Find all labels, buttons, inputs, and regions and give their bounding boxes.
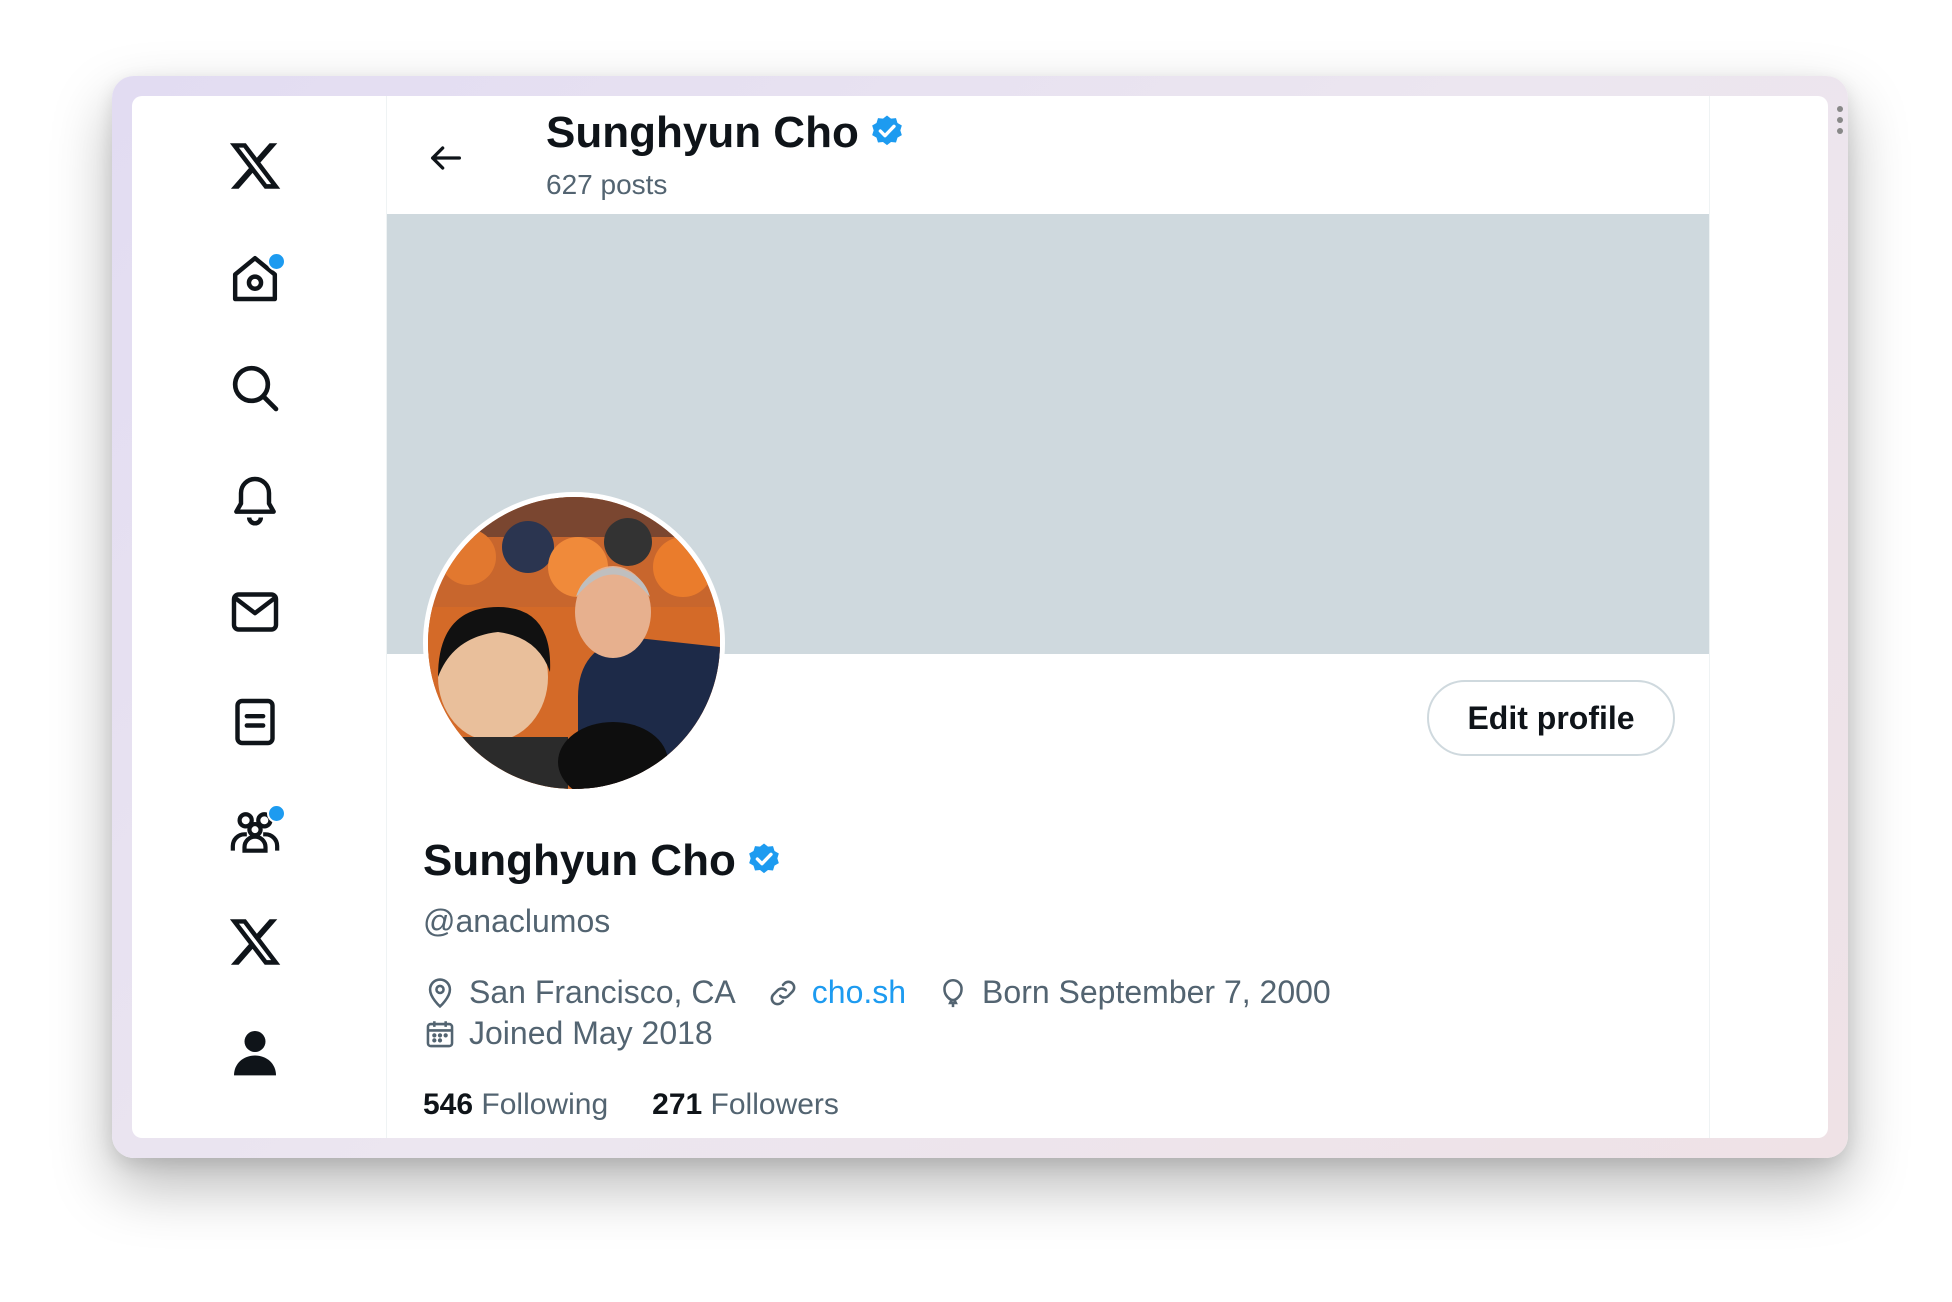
mail-icon[interactable] bbox=[223, 580, 287, 644]
x-logo-icon[interactable] bbox=[223, 134, 287, 198]
link-icon bbox=[770, 980, 796, 1005]
avatar[interactable] bbox=[423, 492, 725, 794]
window-resize-grip[interactable] bbox=[1836, 106, 1844, 134]
profile-handle: @anaclumos bbox=[423, 903, 611, 939]
edit-profile-button[interactable]: Edit profile bbox=[1427, 680, 1675, 756]
calendar-icon bbox=[426, 1020, 454, 1047]
verified-badge-icon[interactable] bbox=[744, 841, 784, 881]
profile-display-name: Sunghyun Cho bbox=[423, 836, 784, 886]
profile-header-bar: Sunghyun Cho 627 posts bbox=[387, 96, 1709, 214]
x-premium-icon[interactable] bbox=[223, 910, 287, 974]
birthday-item: Born September 7, 2000 bbox=[936, 974, 1331, 1011]
browser-window: Sunghyun Cho 627 posts Edit profile Sung… bbox=[132, 96, 1828, 1138]
window-frame: Sunghyun Cho 627 posts Edit profile Sung… bbox=[112, 76, 1848, 1158]
balloon-icon bbox=[943, 978, 963, 1007]
website-item: cho.sh bbox=[766, 974, 906, 1011]
location-item: San Francisco, CA bbox=[423, 974, 736, 1011]
back-button[interactable] bbox=[419, 131, 473, 185]
lists-icon[interactable] bbox=[223, 690, 287, 754]
following-link[interactable]: 546 Following bbox=[423, 1088, 608, 1122]
joined-item: Joined May 2018 bbox=[423, 1015, 713, 1052]
sidebar-nav bbox=[132, 96, 387, 1138]
avatar-photo bbox=[428, 497, 720, 789]
profile-main-column: Sunghyun Cho 627 posts Edit profile Sung… bbox=[387, 96, 1710, 1138]
header-display-name: Sunghyun Cho bbox=[546, 108, 907, 158]
profile-meta-row-2: Joined May 2018 bbox=[423, 1015, 743, 1052]
search-icon[interactable] bbox=[223, 356, 287, 420]
followers-link[interactable]: 271 Followers bbox=[652, 1088, 839, 1122]
follow-stats: 546 Following 271 Followers bbox=[423, 1088, 883, 1122]
arrow-left-icon bbox=[431, 146, 461, 170]
home-icon[interactable] bbox=[223, 246, 287, 310]
website-link[interactable]: cho.sh bbox=[812, 974, 906, 1011]
home-badge-dot bbox=[267, 252, 286, 271]
bell-icon[interactable] bbox=[223, 468, 287, 532]
verified-badge-icon bbox=[872, 115, 902, 146]
header-posts-count: 627 posts bbox=[546, 169, 668, 200]
profile-icon[interactable] bbox=[223, 1020, 287, 1084]
communities-badge-dot bbox=[267, 804, 286, 823]
communities-icon[interactable] bbox=[223, 800, 287, 864]
location-pin-icon bbox=[428, 977, 452, 1008]
profile-meta-row: San Francisco, CA cho.sh Born September … bbox=[423, 974, 1361, 1011]
